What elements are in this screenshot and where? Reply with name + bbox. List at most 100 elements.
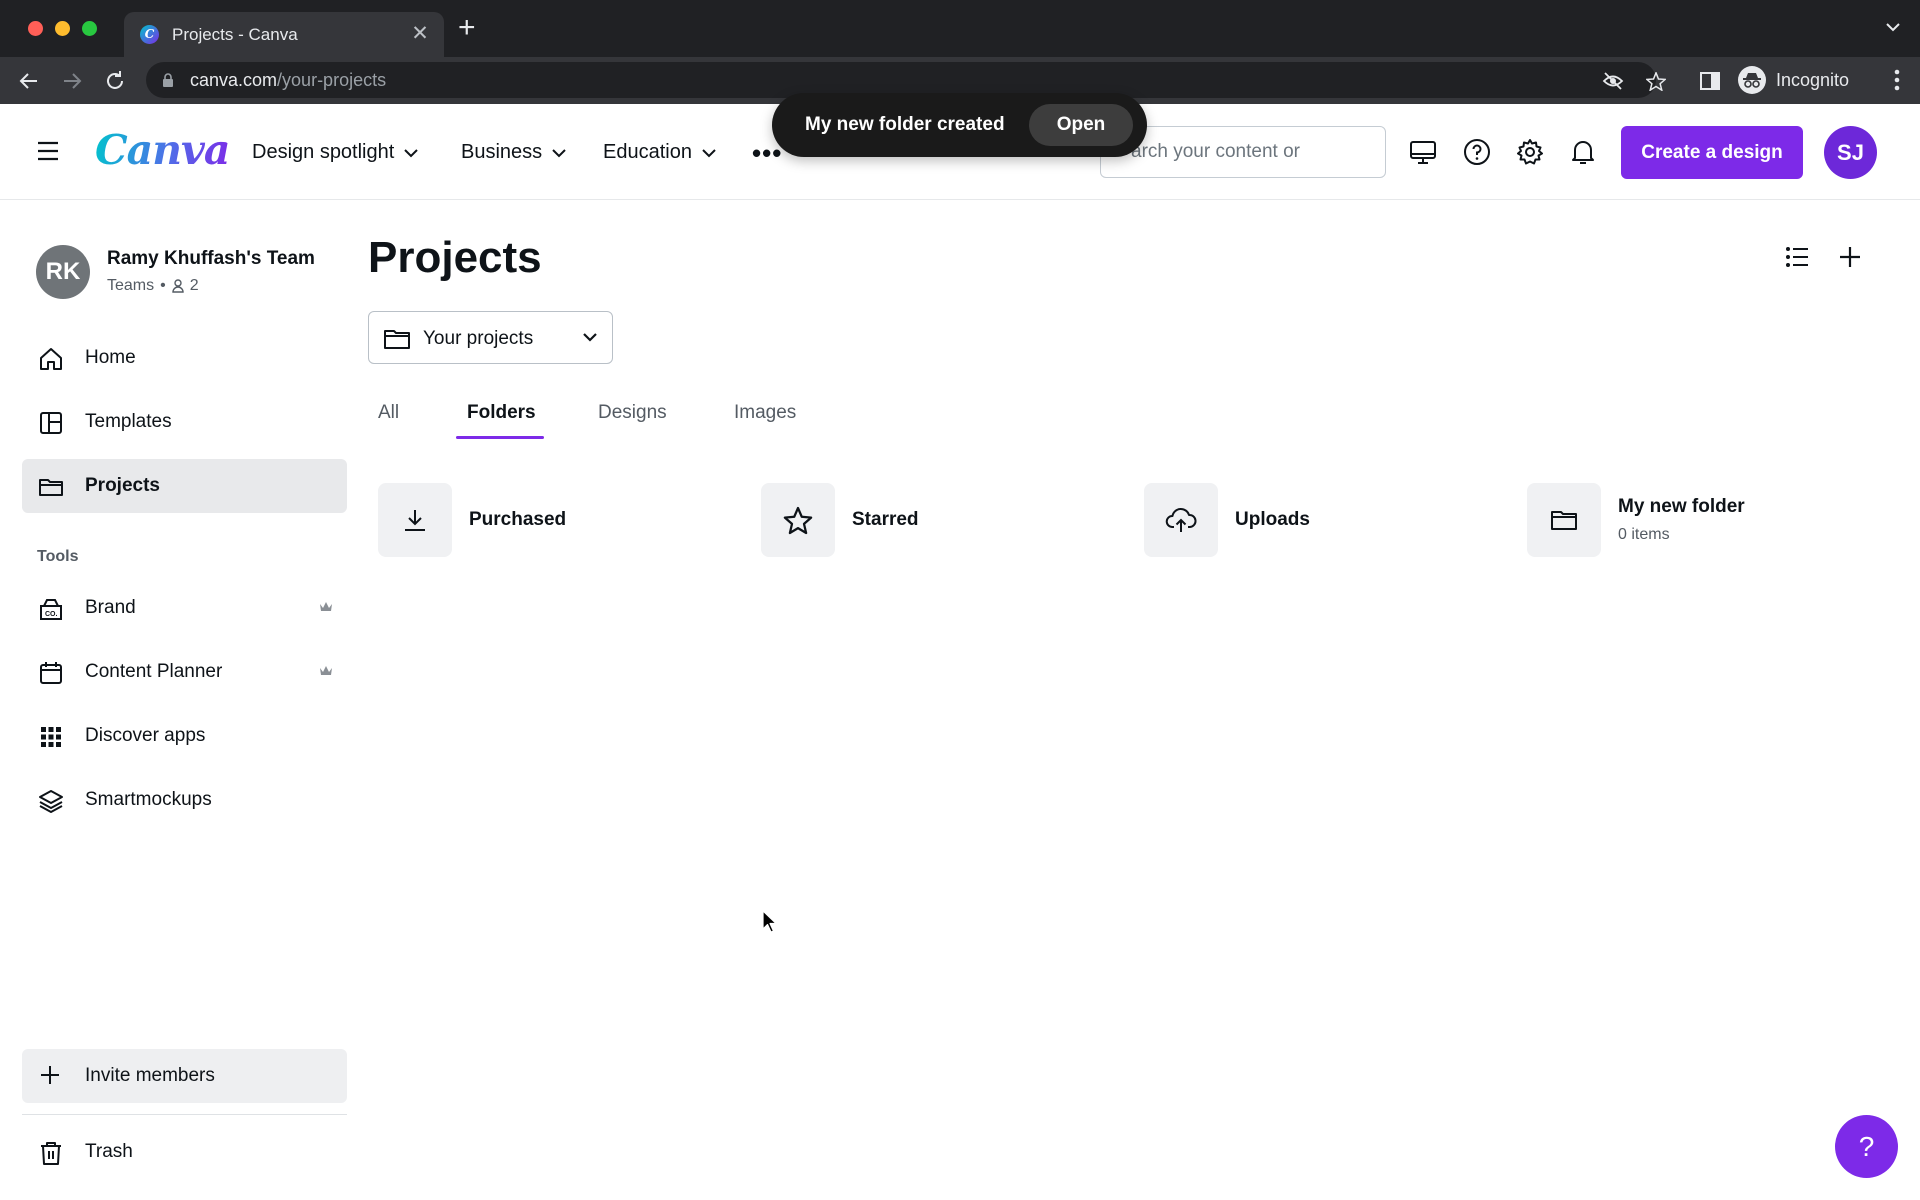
folder-card-starred[interactable]: Starred [761, 483, 1121, 557]
canva-logo[interactable]: Canva [95, 126, 230, 174]
help-fab-button[interactable]: ? [1835, 1115, 1898, 1178]
folder-card-purchased[interactable]: Purchased [378, 483, 738, 557]
cloud-upload-icon [1165, 507, 1197, 532]
sidebar-item-content-planner[interactable]: Content Planner [22, 645, 347, 699]
sidebar-item-label: Trash [85, 1141, 133, 1162]
sidebar-item-trash[interactable]: Trash [22, 1125, 347, 1179]
folder-name: My new folder [1618, 496, 1745, 517]
svg-text:CO.: CO. [45, 611, 58, 618]
folder-tile [761, 483, 835, 557]
folder-name: Purchased [469, 509, 567, 530]
url-text: canva.com/your-projects [190, 70, 386, 91]
sidebar-item-brand[interactable]: CO. Brand [22, 581, 347, 635]
sidebar-item-label: Brand [85, 597, 136, 618]
add-icon[interactable] [1839, 246, 1861, 268]
templates-icon [40, 412, 62, 434]
brand-icon: CO. [40, 599, 62, 620]
chevron-down-icon [404, 149, 419, 158]
nav-design-spotlight[interactable]: Design spotlight [252, 104, 419, 200]
tab-all[interactable]: All [378, 402, 399, 424]
desktop-app-icon[interactable] [1409, 138, 1437, 166]
hamburger-menu-icon[interactable] [37, 141, 59, 161]
gear-icon[interactable] [1516, 138, 1544, 166]
nav-label: Design spotlight [252, 140, 395, 163]
chevron-down-icon [583, 333, 597, 342]
chevron-down-icon [552, 149, 566, 158]
create-design-button[interactable]: Create a design [1621, 126, 1803, 179]
trash-icon [41, 1142, 61, 1165]
bell-icon[interactable] [1569, 138, 1597, 166]
minimize-window-button[interactable] [55, 21, 70, 36]
team-meta: Teams • 2 [107, 277, 199, 295]
member-count: 2 [189, 277, 199, 294]
browser-menu-icon[interactable] [1894, 69, 1900, 91]
mouse-cursor-icon [762, 910, 777, 933]
nav-label: Education [603, 140, 692, 163]
search-placeholder: arch your content or [1131, 141, 1300, 162]
folder-icon [1551, 511, 1577, 530]
sidebar-item-label: Home [85, 347, 136, 368]
tab-folders[interactable]: Folders [467, 402, 536, 424]
team-type: Teams [107, 277, 155, 294]
plus-icon [41, 1066, 59, 1084]
calendar-icon [40, 662, 62, 684]
sidebar-item-smartmockups[interactable]: Smartmockups [22, 773, 347, 827]
list-view-icon[interactable] [1785, 246, 1809, 268]
home-icon [40, 348, 62, 370]
back-arrow-icon[interactable] [17, 69, 41, 93]
folder-icon [39, 479, 63, 496]
nav-education[interactable]: Education [603, 104, 716, 200]
folder-tile [378, 483, 452, 557]
nav-label: Business [461, 140, 543, 163]
close-tab-icon[interactable]: ✕ [408, 21, 432, 46]
nav-business[interactable]: Business [461, 104, 566, 200]
lock-icon[interactable] [162, 73, 174, 87]
apps-grid-icon [41, 727, 61, 747]
reload-icon[interactable] [103, 69, 127, 93]
incognito-label: Incognito [1776, 69, 1850, 90]
side-panel-icon[interactable] [1698, 69, 1722, 93]
team-name[interactable]: Ramy Khuffash's Team [107, 248, 315, 270]
folder-card-my-new-folder[interactable]: My new folder 0 items [1527, 483, 1887, 557]
invite-members-button[interactable]: Invite members [22, 1049, 347, 1103]
tab-designs[interactable]: Designs [598, 402, 667, 424]
browser-tab[interactable]: C Projects - Canva ✕ [124, 12, 444, 57]
url-path: /your-projects [277, 70, 387, 90]
tab-images[interactable]: Images [734, 402, 796, 424]
toast-message: My new folder created [805, 114, 1005, 135]
tab-search-chevron-icon[interactable] [1884, 20, 1902, 34]
incognito-profile-button[interactable]: Incognito [1738, 63, 1849, 97]
forward-arrow-icon[interactable] [60, 69, 84, 93]
sidebar-item-label: Discover apps [85, 725, 206, 746]
sidebar-item-label: Templates [85, 411, 172, 432]
download-icon [405, 510, 425, 531]
user-avatar[interactable]: SJ [1824, 126, 1877, 179]
maximize-window-button[interactable] [82, 21, 97, 36]
bookmark-star-icon[interactable] [1646, 72, 1666, 91]
browser-tab-title: Projects - Canva [172, 25, 298, 44]
eye-off-icon[interactable] [1602, 72, 1624, 90]
sidebar-item-projects[interactable]: Projects [22, 459, 347, 513]
tools-heading: Tools [37, 548, 79, 565]
crown-icon [320, 602, 332, 611]
invite-members-label: Invite members [85, 1065, 215, 1086]
sidebar-divider [22, 1114, 347, 1115]
folder-icon [384, 330, 410, 349]
projects-scope-dropdown[interactable]: Your projects [368, 311, 613, 364]
chevron-down-icon [702, 149, 716, 158]
close-window-button[interactable] [28, 21, 43, 36]
sidebar-item-templates[interactable]: Templates [22, 395, 347, 449]
folder-name: Starred [852, 509, 919, 530]
sidebar-item-home[interactable]: Home [22, 331, 347, 385]
crown-icon [320, 666, 332, 675]
page-title: Projects [368, 233, 542, 282]
sidebar-item-discover-apps[interactable]: Discover apps [22, 709, 347, 763]
team-avatar[interactable]: RK [36, 245, 90, 299]
canva-favicon-icon: C [140, 25, 159, 44]
help-icon[interactable] [1463, 138, 1491, 166]
new-tab-icon[interactable]: + [458, 13, 476, 43]
layers-icon [39, 790, 63, 813]
toast-open-button[interactable]: Open [1029, 104, 1133, 146]
folder-card-uploads[interactable]: Uploads [1144, 483, 1504, 557]
sidebar-item-label: Content Planner [85, 661, 223, 682]
